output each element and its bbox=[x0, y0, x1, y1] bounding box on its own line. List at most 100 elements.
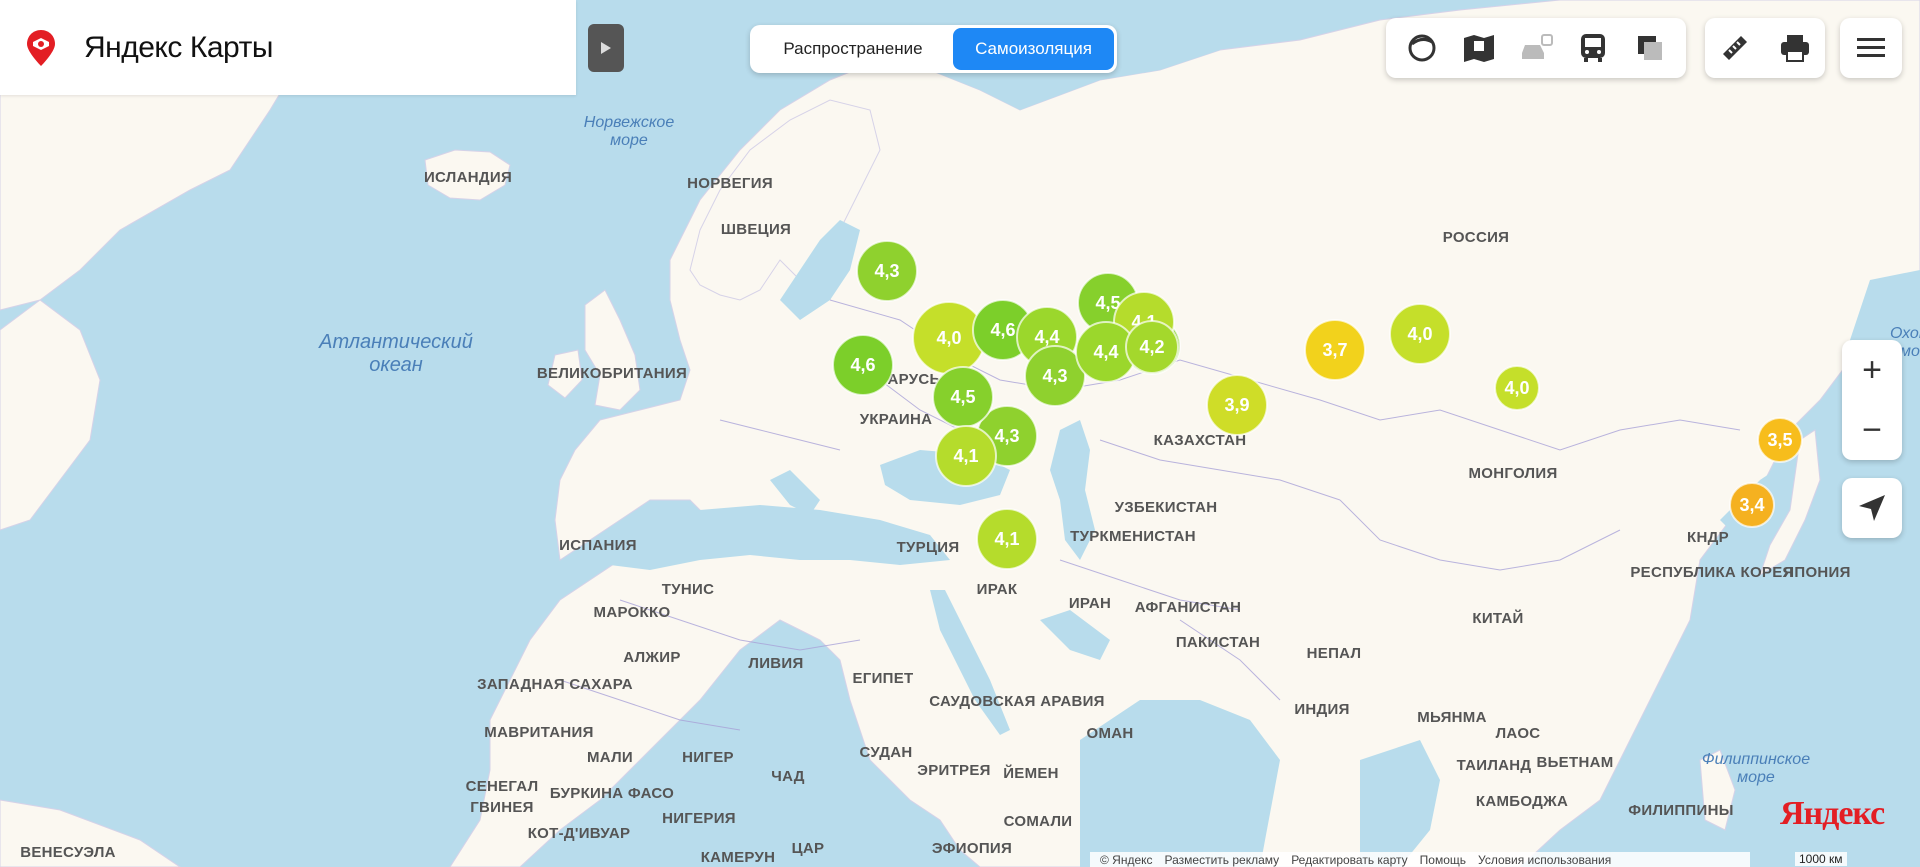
cluster-value: 3,4 bbox=[1739, 495, 1764, 515]
cluster-marker[interactable]: 4,1 bbox=[935, 425, 997, 487]
country-label-mauritania: МАВРИТАНИЯ bbox=[484, 724, 593, 741]
panel-toggle-button[interactable] bbox=[588, 24, 624, 72]
cluster-value: 4,2 bbox=[1139, 337, 1164, 357]
panorama-layers-icon[interactable] bbox=[1630, 28, 1670, 68]
help-link[interactable]: Помощь bbox=[1420, 853, 1466, 867]
bus-transport-icon[interactable] bbox=[1573, 28, 1613, 68]
country-label-yemen: ЙЕМЕН bbox=[1003, 764, 1059, 782]
layers-toolbar bbox=[1386, 18, 1686, 78]
country-label-saudi: САУДОВСКАЯ АРАВИЯ bbox=[929, 693, 1105, 710]
country-label-india: ИНДИЯ bbox=[1294, 701, 1349, 718]
country-label-vietnam: ВЬЕТНАМ bbox=[1536, 754, 1613, 771]
copyright-bar: © Яндекс Разместить рекламу Редактироват… bbox=[1090, 852, 1750, 867]
country-label-turkey: ТУРЦИЯ bbox=[897, 539, 960, 556]
country-label-niger: НИГЕР bbox=[682, 749, 734, 766]
map-book-icon[interactable] bbox=[1459, 28, 1499, 68]
circle-layers-icon[interactable] bbox=[1402, 28, 1442, 68]
country-label-car: ЦАР bbox=[792, 840, 825, 857]
country-label-afghanistan: АФГАНИСТАН bbox=[1135, 599, 1242, 616]
cluster-marker[interactable]: 4,3 bbox=[856, 240, 918, 302]
country-label-venezuela: ВЕНЕСУЭЛА bbox=[20, 844, 116, 861]
country-label-ivorycoast: КОТ-Д'ИВУАР bbox=[528, 825, 631, 842]
cluster-marker[interactable]: 3,5 bbox=[1757, 417, 1803, 463]
country-label-thailand: ТАИЛАНД bbox=[1457, 757, 1532, 774]
map-canvas[interactable]: Норвежское море Атлантический океан Охот… bbox=[0, 0, 1920, 867]
terms-link[interactable]: Условия использования bbox=[1478, 853, 1611, 867]
cluster-value: 4,6 bbox=[850, 355, 875, 375]
country-label-pakistan: ПАКИСТАН bbox=[1176, 634, 1260, 651]
cluster-value: 4,3 bbox=[1042, 366, 1067, 386]
cluster-value: 3,5 bbox=[1767, 430, 1792, 450]
svg-text:море: море bbox=[1737, 769, 1775, 786]
cluster-marker[interactable]: 4,1 bbox=[976, 508, 1038, 570]
advertise-link[interactable]: Разместить рекламу bbox=[1165, 853, 1280, 867]
cluster-value: 4,5 bbox=[950, 387, 975, 407]
ruler-icon[interactable] bbox=[1715, 28, 1755, 68]
country-label-burkina: БУРКИНА ФАСО bbox=[550, 785, 674, 802]
country-label-oman: ОМАН bbox=[1086, 725, 1133, 742]
country-label-ethiopia: ЭФИОПИЯ bbox=[932, 840, 1012, 857]
svg-text:Филиппинское: Филиппинское bbox=[1702, 751, 1810, 768]
country-label-japan: ЯПОНИЯ bbox=[1783, 564, 1850, 581]
app-logo-text[interactable]: Яндекс Карты bbox=[84, 31, 273, 65]
cluster-value: 4,6 bbox=[990, 320, 1015, 340]
country-label-nepal: НЕПАЛ bbox=[1307, 645, 1362, 662]
zoom-in-button[interactable]: + bbox=[1842, 340, 1902, 400]
cluster-marker[interactable]: 4,0 bbox=[1389, 303, 1451, 365]
tools-toolbar bbox=[1705, 18, 1825, 78]
country-label-mali: МАЛИ bbox=[587, 749, 633, 766]
mode-switch: Распространение Самоизоляция bbox=[750, 25, 1117, 73]
edit-map-link[interactable]: Редактировать карту bbox=[1291, 853, 1407, 867]
logo-panel: Яндекс Карты bbox=[0, 0, 576, 95]
mode-spread-button[interactable]: Распространение bbox=[753, 28, 953, 70]
country-label-laos: ЛАОС bbox=[1496, 725, 1541, 742]
printer-icon[interactable] bbox=[1775, 28, 1815, 68]
svg-text:Атлантический: Атлантический bbox=[318, 331, 473, 353]
geolocation-button[interactable] bbox=[1842, 478, 1902, 538]
cluster-marker[interactable]: 4,6 bbox=[832, 334, 894, 396]
country-label-cameroon: КАМЕРУН bbox=[701, 849, 776, 866]
cluster-marker[interactable]: 3,9 bbox=[1206, 374, 1268, 436]
country-label-somalia: СОМАЛИ bbox=[1004, 813, 1073, 830]
country-label-senegal: СЕНЕГАЛ bbox=[466, 778, 539, 795]
cluster-value: 4,0 bbox=[1504, 378, 1529, 398]
country-label-uk: ВЕЛИКОБРИТАНИЯ bbox=[537, 365, 687, 382]
yandex-pin-icon[interactable] bbox=[26, 29, 56, 66]
zoom-out-button[interactable]: − bbox=[1842, 400, 1902, 460]
logo-brand: Яндекс bbox=[84, 30, 182, 64]
navigation-arrow-icon bbox=[1859, 495, 1885, 521]
country-label-norway: НОРВЕГИЯ bbox=[687, 175, 773, 192]
country-label-cambodia: КАМБОДЖА bbox=[1476, 793, 1568, 810]
cluster-marker[interactable]: 4,2 bbox=[1125, 320, 1179, 374]
country-label-myanmar: МЬЯНМА bbox=[1417, 709, 1486, 726]
cluster-marker[interactable]: 4,5 bbox=[932, 366, 994, 428]
mode-isolation-button[interactable]: Самоизоляция bbox=[953, 28, 1114, 70]
svg-text:океан: океан bbox=[369, 354, 423, 376]
country-label-turkmenistan: ТУРКМЕНИСТАН bbox=[1070, 528, 1196, 545]
cluster-value: 3,7 bbox=[1322, 340, 1347, 360]
country-label-wsahara: ЗАПАДНАЯ САХАРА bbox=[477, 676, 633, 693]
country-label-mongolia: МОНГОЛИЯ bbox=[1468, 465, 1557, 482]
country-label-iran: ИРАН bbox=[1069, 595, 1111, 612]
country-label-iceland: ИСЛАНДИЯ bbox=[424, 169, 512, 186]
country-label-russia: РОССИЯ bbox=[1443, 229, 1510, 246]
zoom-control: + − bbox=[1842, 340, 1902, 460]
country-label-uzbekistan: УЗБЕКИСТАН bbox=[1115, 499, 1218, 516]
cluster-value: 4,0 bbox=[1407, 324, 1432, 344]
country-label-algeria: АЛЖИР bbox=[623, 649, 680, 666]
copyright-text[interactable]: © Яндекс bbox=[1100, 853, 1153, 867]
cluster-marker[interactable]: 3,7 bbox=[1304, 319, 1366, 381]
cluster-value: 4,4 bbox=[1093, 342, 1118, 362]
country-label-china: КИТАЙ bbox=[1472, 609, 1523, 627]
svg-text:Норвежское: Норвежское bbox=[584, 114, 675, 131]
cluster-marker[interactable]: 3,4 bbox=[1729, 482, 1775, 528]
logo-product: Карты bbox=[189, 30, 274, 64]
hamburger-menu-icon[interactable] bbox=[1840, 18, 1902, 78]
cluster-marker[interactable]: 4,0 bbox=[1494, 365, 1540, 411]
traffic-car-icon[interactable] bbox=[1516, 28, 1556, 68]
country-label-spain: ИСПАНИЯ bbox=[559, 537, 637, 554]
cluster-value: 4,4 bbox=[1034, 327, 1059, 347]
cluster-value: 4,0 bbox=[936, 328, 961, 348]
country-label-dprk: КНДР bbox=[1687, 529, 1729, 546]
country-label-morocco: МАРОККО bbox=[594, 604, 671, 621]
